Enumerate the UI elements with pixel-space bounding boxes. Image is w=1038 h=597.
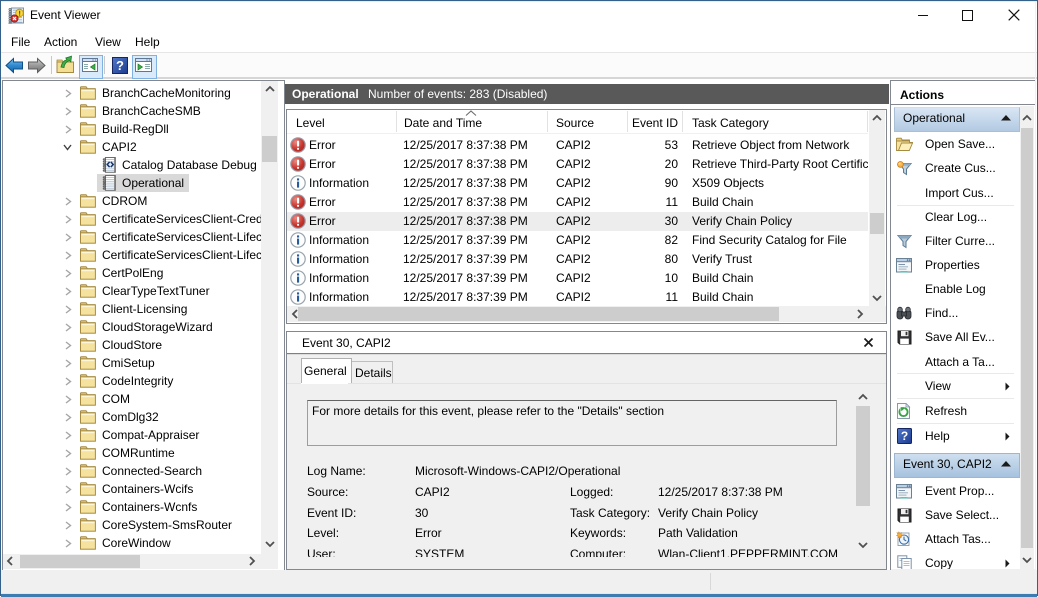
svg-text:?: ? — [901, 429, 908, 443]
svg-text:?: ? — [116, 58, 124, 73]
